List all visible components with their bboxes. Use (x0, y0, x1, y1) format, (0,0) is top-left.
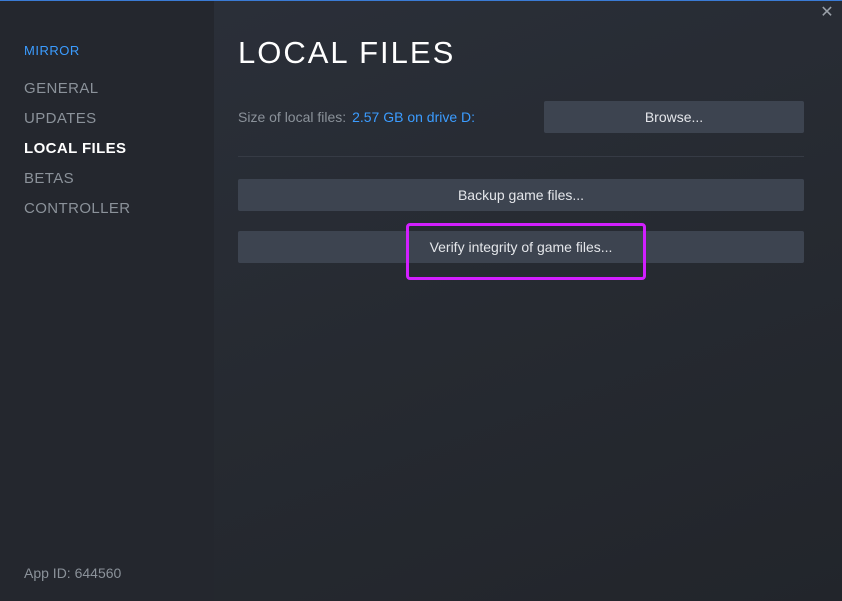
sidebar-item-general[interactable]: GENERAL (24, 79, 131, 109)
size-value: 2.57 GB on drive D: (352, 109, 476, 125)
sidebar-item-controller[interactable]: CONTROLLER (24, 199, 131, 229)
sidebar-item-local-files[interactable]: LOCAL FILES (24, 139, 131, 169)
sidebar-nav: GENERAL UPDATES LOCAL FILES BETAS CONTRO… (24, 79, 131, 229)
local-files-size: Size of local files: 2.57 GB on drive D: (238, 109, 475, 125)
close-icon[interactable]: ✕ (818, 4, 836, 22)
backup-game-files-button[interactable]: Backup game files... (238, 179, 804, 211)
sidebar: MIRROR GENERAL UPDATES LOCAL FILES BETAS… (0, 1, 214, 601)
properties-window: MIRROR GENERAL UPDATES LOCAL FILES BETAS… (0, 0, 842, 601)
sidebar-item-updates[interactable]: UPDATES (24, 109, 131, 139)
game-name: MIRROR (24, 43, 80, 58)
app-id: App ID: 644560 (24, 565, 122, 581)
main-panel: ✕ LOCAL FILES Size of local files: 2.57 … (214, 1, 842, 601)
size-label: Size of local files: (238, 109, 347, 125)
sidebar-item-betas[interactable]: BETAS (24, 169, 131, 199)
browse-button[interactable]: Browse... (544, 101, 804, 133)
verify-integrity-button[interactable]: Verify integrity of game files... (238, 231, 804, 263)
divider (238, 156, 804, 157)
page-title: LOCAL FILES (238, 35, 456, 70)
